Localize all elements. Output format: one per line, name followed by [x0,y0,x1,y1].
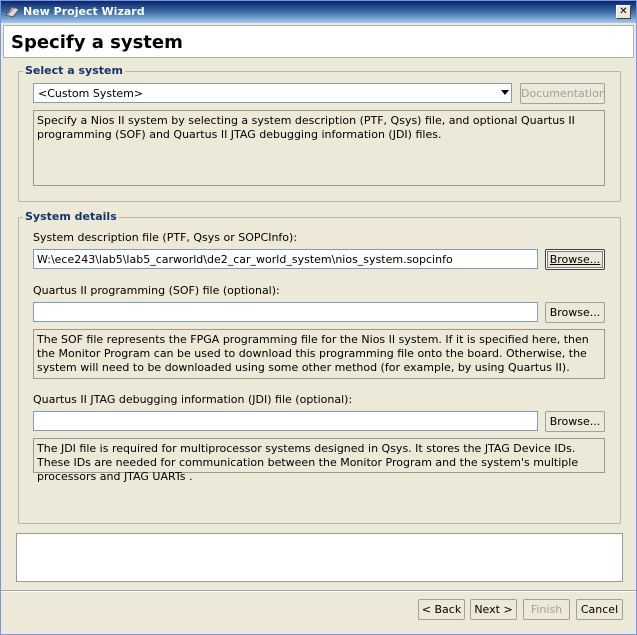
sysdesc-file-input[interactable]: W:\ece243\lab5\lab5_carworld\de2_car_wor… [33,249,538,269]
jdi-browse-button[interactable]: Browse... [545,411,605,432]
select-system-group-label: Select a system [23,64,125,77]
system-details-group-label: System details [23,210,119,223]
sof-file-input[interactable] [33,302,538,322]
next-button[interactable]: Next > [470,599,517,620]
close-icon[interactable]: ✕ [616,5,631,19]
system-select-value: <Custom System> [38,87,144,100]
window-title: New Project Wizard [23,5,145,18]
chevron-down-icon[interactable] [501,90,509,95]
message-area [16,533,623,582]
sysdesc-file-label: System description file (PTF, Qsys or SO… [33,231,298,244]
title-bar[interactable]: New Project Wizard ✕ [1,1,636,23]
wizard-header: Specify a system [3,25,634,58]
wizard-window: New Project Wizard ✕ Specify a system Se… [0,0,637,635]
sof-info-text: The SOF file represents the FPGA program… [33,329,605,379]
documentation-button[interactable]: Documentation [520,83,606,104]
page-title: Specify a system [11,32,183,53]
cancel-button[interactable]: Cancel [576,599,623,620]
jdi-info-text: The JDI file is required for multiproces… [33,438,605,483]
jdi-file-label: Quartus II JTAG debugging information (J… [33,393,353,406]
sof-file-label: Quartus II programming (SOF) file (optio… [33,284,280,297]
footer-divider [1,590,636,592]
system-select-combo[interactable]: <Custom System> [33,83,512,103]
wizard-app-icon [5,6,20,18]
select-system-description: Specify a Nios II system by selecting a … [33,110,605,186]
jdi-file-input[interactable] [33,411,538,431]
back-button[interactable]: < Back [418,599,465,620]
finish-button[interactable]: Finish [523,599,570,620]
sof-browse-button[interactable]: Browse... [545,302,605,323]
sysdesc-browse-button[interactable]: Browse... [545,249,605,270]
sysdesc-browse-label: Browse... [549,253,601,266]
